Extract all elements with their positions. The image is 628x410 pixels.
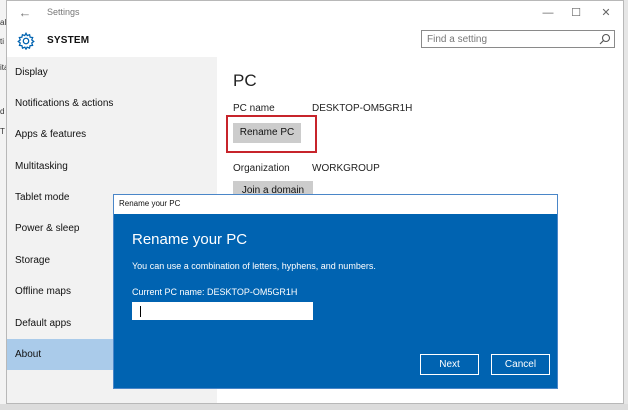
pc-name-value: DESKTOP-OM5GR1H <box>312 103 413 114</box>
arrow-left-icon[interactable]: ← <box>17 5 33 21</box>
sidebar-item-multitasking[interactable]: Multitasking <box>7 151 217 182</box>
cancel-button[interactable]: Cancel <box>491 354 550 375</box>
search-box[interactable] <box>421 30 615 48</box>
search-icon[interactable] <box>599 33 611 45</box>
rename-dialog: Rename your PC Rename your PC You can us… <box>113 194 558 389</box>
organization-label: Organization <box>233 163 290 174</box>
rename-pc-button[interactable]: Rename PC <box>233 123 301 143</box>
sidebar-item-display[interactable]: Display <box>7 57 217 88</box>
text-caret <box>140 306 141 317</box>
close-button[interactable]: ✕ <box>597 5 615 21</box>
gear-icon <box>17 32 35 50</box>
current-pc-name: Current PC name: DESKTOP-OM5GR1H <box>132 287 298 297</box>
search-input[interactable] <box>422 31 597 47</box>
app-title: Settings <box>47 7 80 17</box>
sidebar-item-apps[interactable]: Apps & features <box>7 119 217 150</box>
dialog-title-bar: Rename your PC <box>114 195 557 214</box>
new-pc-name-input[interactable] <box>132 302 313 320</box>
dialog-window-title: Rename your PC <box>119 199 181 208</box>
organization-value: WORKGROUP <box>312 163 380 174</box>
next-button[interactable]: Next <box>420 354 479 375</box>
pc-name-label: PC name <box>233 103 275 114</box>
minimize-button[interactable]: — <box>539 5 557 21</box>
background-bottom-edge <box>0 404 628 410</box>
section-title: SYSTEM <box>47 35 90 46</box>
sidebar-item-notifications[interactable]: Notifications & actions <box>7 88 217 119</box>
settings-header: SYSTEM <box>7 27 623 57</box>
dialog-heading: Rename your PC <box>132 231 248 248</box>
background-right-edge <box>624 0 628 410</box>
maximize-button[interactable]: ☐ <box>567 5 585 21</box>
dialog-description: You can use a combination of letters, hy… <box>132 261 376 271</box>
title-bar: ← Settings — ☐ ✕ <box>7 1 623 27</box>
page-title: PC <box>233 71 257 90</box>
